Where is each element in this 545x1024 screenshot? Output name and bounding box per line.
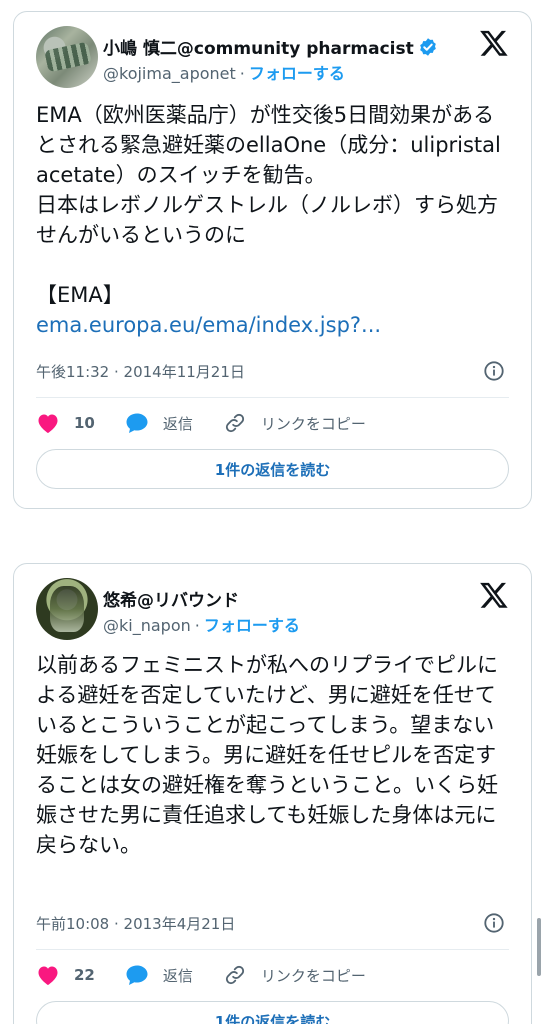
reply-bubble-icon (126, 965, 148, 985)
reply-bubble-icon (126, 413, 148, 433)
info-icon[interactable] (483, 360, 505, 382)
avatar[interactable] (36, 26, 98, 88)
reply-label: 返信 (162, 414, 193, 433)
follow-button[interactable]: フォローする (249, 64, 345, 83)
action-bar: 10 返信 リンクをコピー (36, 408, 509, 438)
like-count: 10 (74, 414, 95, 432)
action-bar: 22 返信 リンクをコピー (36, 960, 509, 990)
x-logo-icon[interactable] (479, 28, 509, 58)
tweet-text: 以前あるフェミニストが私へのリプライでピルによる避妊を否定していたけど、男に避妊… (36, 653, 498, 857)
author-name-row: 悠希@リバウンド (103, 586, 239, 611)
handle-row: @ki_napon · フォローする (103, 616, 300, 635)
tweet-body: EMA（欧州医薬品庁）が性交後5日間効果があるとされる緊急避妊薬のellaOne… (36, 103, 501, 307)
link-icon (225, 965, 244, 985)
reply-label: 返信 (162, 966, 193, 985)
copy-link-label: リンクをコピー (260, 414, 366, 433)
read-replies-button[interactable]: 1件の返信を読む (36, 1001, 509, 1024)
display-name[interactable]: 小嶋 慎二@community pharmacist (103, 34, 414, 59)
x-logo-icon[interactable] (479, 580, 509, 610)
handle[interactable]: @kojima_aponet (103, 64, 236, 83)
author-name-row: 小嶋 慎二@community pharmacist (103, 34, 438, 59)
copy-link-button[interactable]: リンクをコピー (223, 412, 366, 434)
copy-link-label: リンクをコピー (260, 966, 366, 985)
heart-icon (38, 414, 58, 433)
avatar[interactable] (36, 578, 98, 640)
reply-button[interactable]: 返信 (125, 964, 193, 986)
timestamp[interactable]: 午前10:08 · 2013年4月21日 (36, 913, 235, 934)
divider (36, 397, 509, 398)
like-button[interactable]: 22 (36, 964, 95, 986)
handle[interactable]: @ki_napon (103, 616, 191, 635)
tweet-card: 小嶋 慎二@community pharmacist @kojima_apone… (13, 11, 532, 509)
tweet-card: 悠希@リバウンド @ki_napon · フォローする 以前あるフェミニストが私への… (13, 563, 532, 1024)
info-icon[interactable] (483, 912, 505, 934)
follow-button[interactable]: フォローする (204, 616, 300, 635)
scrollbar[interactable] (537, 918, 541, 976)
handle-row: @kojima_aponet · フォローする (103, 64, 345, 83)
heart-icon (38, 966, 58, 985)
tweet-link[interactable]: ema.europa.eu/ema/index.jsp?... (36, 313, 381, 337)
verified-badge-icon (419, 37, 436, 56)
reply-button[interactable]: 返信 (125, 412, 193, 434)
read-replies-button[interactable]: 1件の返信を読む (36, 449, 509, 489)
tweet-text: EMA（欧州医薬品庁）が性交後5日間効果があるとされる緊急避妊薬のellaOne… (36, 100, 513, 340)
link-icon (225, 413, 244, 433)
timestamp[interactable]: 午後11:32 · 2014年11月21日 (36, 361, 245, 382)
display-name[interactable]: 悠希@リバウンド (103, 586, 239, 611)
divider (36, 949, 509, 950)
copy-link-button[interactable]: リンクをコピー (223, 964, 366, 986)
like-count: 22 (74, 966, 95, 984)
like-button[interactable]: 10 (36, 412, 95, 434)
